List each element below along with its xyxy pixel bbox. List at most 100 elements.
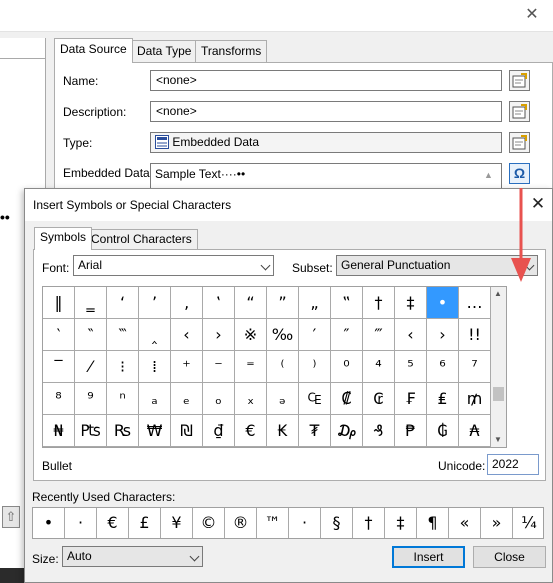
tab-transforms[interactable]: Transforms — [195, 40, 268, 62]
symbol-cell[interactable]: ⁞ — [139, 351, 171, 383]
symbol-grid-scrollbar[interactable]: ▲ ▼ — [491, 286, 507, 448]
symbol-cell[interactable]: ₧ — [75, 415, 107, 447]
recent-symbol-cell[interactable]: • — [33, 508, 65, 538]
recent-symbol-cell[interactable]: « — [449, 508, 481, 538]
symbol-cell[interactable]: € — [235, 415, 267, 447]
symbol-cell[interactable]: ⁻ — [203, 351, 235, 383]
recent-symbol-cell[interactable]: · — [65, 508, 97, 538]
description-browse-button[interactable] — [509, 101, 530, 122]
symbol-cell[interactable]: ‘ — [107, 287, 139, 319]
symbol-cell[interactable]: ₱ — [395, 415, 427, 447]
name-browse-button[interactable] — [509, 70, 530, 91]
symbol-cell[interactable]: ₲ — [427, 415, 459, 447]
symbol-cell[interactable]: ₔ — [267, 383, 299, 415]
symbol-cell[interactable]: ※ — [235, 319, 267, 351]
symbol-cell[interactable]: ₨ — [107, 415, 139, 447]
close-icon[interactable]: ✕ — [520, 4, 544, 26]
tab-symbols[interactable]: Symbols — [34, 227, 93, 250]
recent-symbol-cell[interactable]: € — [97, 508, 129, 538]
symbol-cell[interactable]: ₳ — [459, 415, 491, 447]
symbol-cell[interactable]: ‖ — [43, 287, 75, 319]
symbol-cell[interactable]: “ — [235, 287, 267, 319]
symbol-cell[interactable]: ‶ — [75, 319, 107, 351]
scroll-up-icon[interactable]: ▲ — [494, 289, 502, 298]
symbol-cell[interactable]: ⁰ — [331, 351, 363, 383]
symbol-cell[interactable]: ‡ — [395, 287, 427, 319]
symbol-cell[interactable]: ‹ — [395, 319, 427, 351]
recent-symbol-cell[interactable]: £ — [129, 508, 161, 538]
symbol-cell[interactable]: ‾ — [43, 351, 75, 383]
symbol-cell[interactable]: ⁴ — [363, 351, 395, 383]
recent-symbol-cell[interactable]: § — [321, 508, 353, 538]
symbol-cell[interactable]: ₠ — [299, 383, 331, 415]
size-select[interactable]: Auto — [62, 546, 203, 567]
symbol-cell[interactable]: ‵ — [43, 319, 75, 351]
symbol-cell[interactable]: ⁷ — [459, 351, 491, 383]
symbol-cell[interactable]: ⁝ — [107, 351, 139, 383]
symbol-cell[interactable]: ‛ — [203, 287, 235, 319]
scrollbar-thumb[interactable] — [493, 387, 504, 401]
tab-data-source[interactable]: Data Source — [54, 38, 133, 63]
symbol-cell[interactable]: ₐ — [139, 383, 171, 415]
recent-symbol-cell[interactable]: ¥ — [161, 508, 193, 538]
description-field[interactable]: <none> — [150, 101, 502, 122]
symbol-cell[interactable]: ⁄ — [75, 351, 107, 383]
symbol-cell[interactable]: ₫ — [203, 415, 235, 447]
symbol-cell[interactable]: ₣ — [395, 383, 427, 415]
name-field[interactable]: <none> — [150, 70, 502, 91]
symbol-cell[interactable]: ⁾ — [299, 351, 331, 383]
symbol-cell[interactable]: ₤ — [427, 383, 459, 415]
symbol-cell[interactable]: ₦ — [43, 415, 75, 447]
symbol-cell[interactable]: !! — [459, 319, 491, 351]
symbol-cell[interactable]: ‚ — [171, 287, 203, 319]
symbol-cell[interactable]: ₥ — [459, 383, 491, 415]
symbol-cell[interactable]: … — [459, 287, 491, 319]
symbol-cell[interactable]: ₢ — [363, 383, 395, 415]
symbol-cell[interactable]: › — [203, 319, 235, 351]
symbol-cell[interactable]: ‗ — [75, 287, 107, 319]
type-field[interactable]: Embedded Data — [150, 132, 502, 153]
symbol-cell[interactable]: ‴ — [363, 319, 395, 351]
symbol-cell[interactable]: ⁶ — [427, 351, 459, 383]
recent-symbol-cell[interactable]: ® — [225, 508, 257, 538]
recent-symbol-cell[interactable]: » — [481, 508, 513, 538]
symbol-cell[interactable]: ‸ — [139, 319, 171, 351]
symbol-cell[interactable]: „ — [299, 287, 331, 319]
symbol-cell[interactable]: ‰ — [267, 319, 299, 351]
symbol-cell[interactable]: ‹ — [171, 319, 203, 351]
symbol-cell[interactable]: ₰ — [363, 415, 395, 447]
recent-symbol-cell[interactable]: ¼ — [513, 508, 545, 538]
insert-button[interactable]: Insert — [392, 546, 465, 568]
symbol-cell[interactable]: ₮ — [299, 415, 331, 447]
symbol-cell[interactable]: ⁼ — [235, 351, 267, 383]
scroll-down-icon[interactable]: ▼ — [494, 435, 502, 444]
symbol-cell[interactable]: ₑ — [171, 383, 203, 415]
symbol-cell[interactable]: › — [427, 319, 459, 351]
symbol-cell[interactable]: ’ — [139, 287, 171, 319]
symbol-cell[interactable]: ′ — [299, 319, 331, 351]
recent-symbol-cell[interactable]: · — [289, 508, 321, 538]
scroll-up-icon[interactable]: ▲ — [484, 170, 493, 180]
symbol-cell[interactable]: ₓ — [235, 383, 267, 415]
symbol-cell[interactable]: ″ — [331, 319, 363, 351]
symbol-cell[interactable]: ⁺ — [171, 351, 203, 383]
tab-control-characters[interactable]: Control Characters — [85, 229, 198, 249]
tab-data-type[interactable]: Data Type — [131, 40, 198, 62]
symbol-cell[interactable]: ” — [267, 287, 299, 319]
font-select[interactable]: Arial — [73, 255, 274, 276]
unicode-input[interactable]: 2022 — [487, 454, 539, 475]
symbol-cell[interactable]: ₭ — [267, 415, 299, 447]
insert-symbol-button[interactable]: Ω — [509, 163, 530, 184]
symbol-cell[interactable]: ⁿ — [107, 383, 139, 415]
symbol-cell[interactable]: • — [427, 287, 459, 319]
symbol-cell[interactable]: ₯ — [331, 415, 363, 447]
symbol-cell[interactable]: ‷ — [107, 319, 139, 351]
symbol-cell[interactable]: ₡ — [331, 383, 363, 415]
symbol-cell[interactable]: ⁽ — [267, 351, 299, 383]
symbol-cell[interactable]: ‟ — [331, 287, 363, 319]
symbol-cell[interactable]: † — [363, 287, 395, 319]
symbol-cell[interactable]: ⁵ — [395, 351, 427, 383]
recent-symbol-cell[interactable]: ™ — [257, 508, 289, 538]
symbol-cell[interactable]: ₩ — [139, 415, 171, 447]
symbol-cell[interactable]: ⁸ — [43, 383, 75, 415]
